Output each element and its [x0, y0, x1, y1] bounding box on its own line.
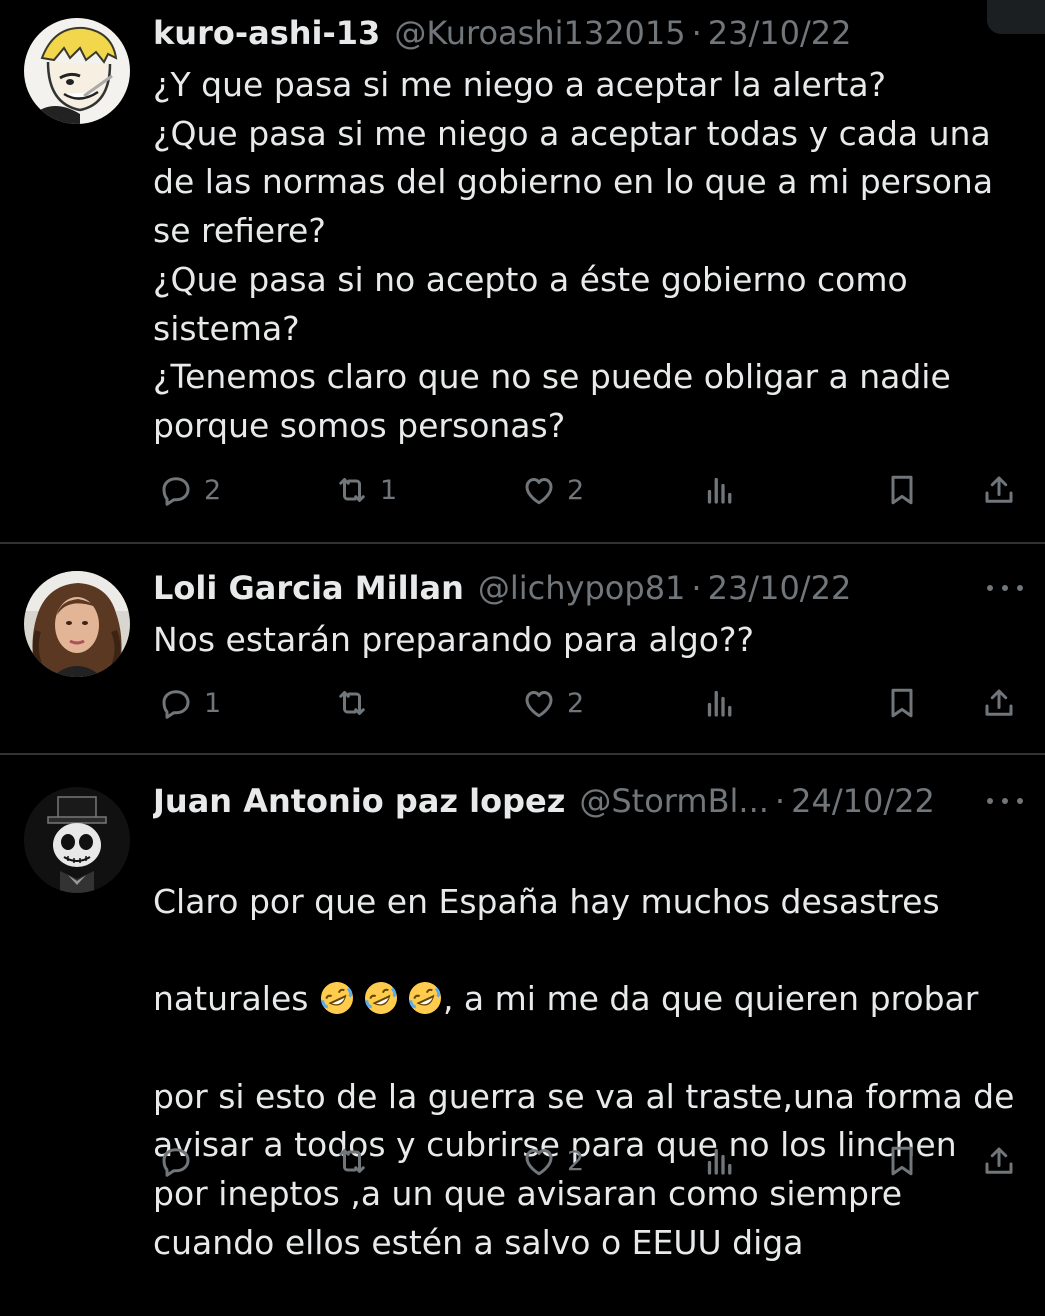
heart-icon	[521, 1143, 557, 1179]
retweet-icon	[334, 472, 370, 508]
like-button[interactable]: 2	[521, 681, 584, 725]
more-dot-icon	[987, 585, 993, 591]
like-button[interactable]: 2	[521, 1139, 584, 1183]
like-count: 2	[567, 687, 585, 719]
reply-icon	[158, 685, 194, 721]
separator-dot: ·	[691, 569, 702, 607]
views-button[interactable]	[702, 1139, 738, 1183]
retweet-icon	[334, 685, 370, 721]
tweet-juan-antonio[interactable]: Juan Antonio paz lopez @StormBl... · 24/…	[0, 755, 1045, 1262]
reply-count: 1	[204, 687, 222, 719]
rolling-on-floor-laughing-emoji	[363, 980, 399, 1016]
bookmark-button[interactable]	[884, 681, 920, 725]
tweet-header: kuro-ashi-13 @Kuroashi132015 · 23/10/22	[153, 11, 985, 55]
more-options-button[interactable]	[987, 578, 1023, 598]
tweet-text-line: Claro por que en España hay muchos desas…	[153, 881, 940, 921]
like-button[interactable]: 2	[521, 468, 584, 512]
reply-button[interactable]: 2	[158, 468, 221, 512]
bookmark-icon	[884, 1143, 920, 1179]
tweet-date[interactable]: 23/10/22	[708, 11, 852, 55]
reply-button[interactable]	[158, 1139, 204, 1183]
cartoon-avatar-icon[interactable]	[24, 18, 130, 124]
tweet-date[interactable]: 23/10/22	[708, 566, 852, 610]
tweet-loli-garcia[interactable]: Loli Garcia Millan @lichypop81 · 23/10/2…	[0, 544, 1045, 754]
tweet-text-fragment: naturales	[153, 979, 309, 1019]
share-button[interactable]	[981, 681, 1017, 725]
rolling-on-floor-laughing-emoji	[319, 980, 355, 1016]
retweet-icon	[334, 1143, 370, 1179]
more-dot-icon	[987, 798, 993, 804]
author-name[interactable]: Loli Garcia Millan	[153, 566, 464, 610]
heart-icon	[521, 472, 557, 508]
retweet-button[interactable]	[334, 681, 380, 725]
views-button[interactable]	[702, 681, 738, 725]
action-bar: 2 1 2	[0, 468, 1045, 512]
share-icon	[981, 472, 1017, 508]
more-dot-icon	[1017, 585, 1023, 591]
tweet-text-fragment: , a mi me da que quieren probar	[442, 979, 979, 1019]
tweet-date[interactable]: 24/10/22	[791, 779, 935, 823]
tweet-kuro-ashi[interactable]: kuro-ashi-13 @Kuroashi132015 · 23/10/22 …	[0, 0, 1045, 543]
retweet-count: 1	[380, 474, 398, 506]
photo-avatar-icon[interactable]	[24, 571, 130, 677]
author-name[interactable]: Juan Antonio paz lopez	[153, 779, 565, 823]
like-count: 2	[567, 474, 585, 506]
action-bar: 1 2	[0, 681, 1045, 725]
tweet-header: Loli Garcia Millan @lichypop81 · 23/10/2…	[153, 566, 985, 610]
bar-chart-icon	[702, 1143, 738, 1179]
views-button[interactable]	[702, 468, 738, 512]
share-icon	[981, 1143, 1017, 1179]
reply-button[interactable]: 1	[158, 681, 221, 725]
share-button[interactable]	[981, 468, 1017, 512]
more-dot-icon	[1002, 585, 1008, 591]
author-name[interactable]: kuro-ashi-13	[153, 11, 380, 55]
author-handle[interactable]: @Kuroashi132015	[394, 11, 685, 55]
bar-chart-icon	[702, 472, 738, 508]
tweet-text: Nos estarán preparando para algo??	[153, 620, 755, 659]
reply-count: 2	[204, 474, 222, 506]
reply-icon	[158, 1143, 194, 1179]
share-button[interactable]	[981, 1139, 1017, 1183]
share-icon	[981, 685, 1017, 721]
heart-icon	[521, 685, 557, 721]
author-handle[interactable]: @lichypop81	[478, 566, 686, 610]
retweet-button[interactable]: 1	[334, 468, 397, 512]
separator-dot: ·	[774, 782, 786, 820]
retweet-button[interactable]	[334, 1139, 380, 1183]
bookmark-button[interactable]	[884, 1139, 920, 1183]
tweet-text-line: naturales , a mi me da que quieren proba…	[153, 975, 1033, 1024]
bookmark-icon	[884, 472, 920, 508]
tweet-text: ¿Y que pasa si me niego a aceptar la ale…	[153, 65, 994, 445]
separator-dot: ·	[691, 14, 702, 52]
skull-avatar-icon[interactable]	[24, 787, 130, 893]
more-options-button[interactable]	[987, 791, 1023, 811]
more-dot-icon	[1017, 798, 1023, 804]
rolling-on-floor-laughing-emoji	[407, 980, 443, 1016]
tweet-text: Claro por que en España hay muchos desas…	[153, 829, 1033, 1316]
bar-chart-icon	[702, 685, 738, 721]
bookmark-icon	[884, 685, 920, 721]
bookmark-button[interactable]	[884, 468, 920, 512]
action-bar: 2	[0, 1139, 1045, 1183]
author-handle[interactable]: @StormBl...	[579, 779, 769, 823]
more-dot-icon	[1002, 798, 1008, 804]
tweet-header: Juan Antonio paz lopez @StormBl... · 24/…	[153, 779, 985, 823]
like-count: 2	[567, 1145, 585, 1177]
reply-icon	[158, 472, 194, 508]
